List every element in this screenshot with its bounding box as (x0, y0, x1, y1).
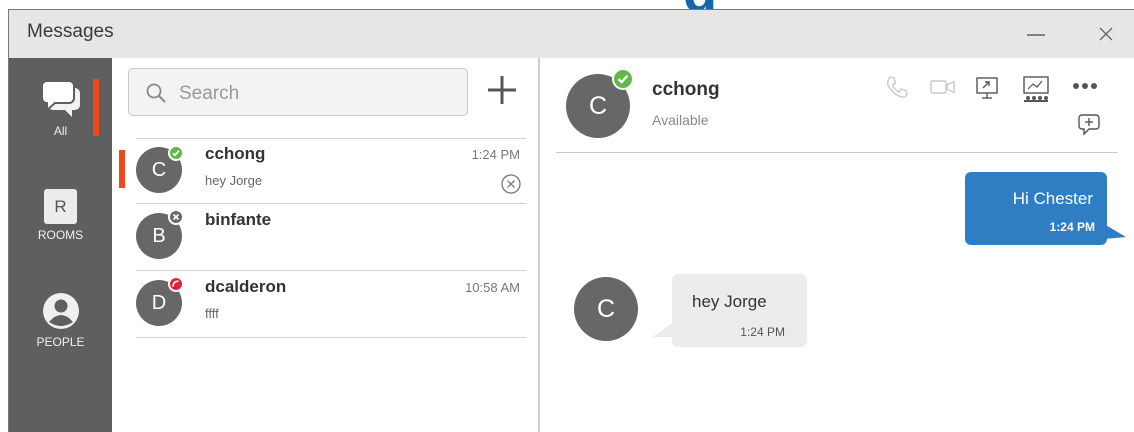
conversation-item-dcalderon[interactable]: D dcalderon ffff 10:58 AM (136, 272, 526, 338)
new-conversation-button[interactable] (484, 72, 520, 108)
title-bar: Messages (9, 10, 1134, 58)
video-call-button[interactable] (929, 74, 957, 105)
status-offline-icon (168, 209, 184, 225)
nav-item-people[interactable]: PEOPLE (9, 291, 112, 349)
share-screen-icon (976, 77, 998, 99)
chat-header: C cchong Available (556, 58, 1118, 153)
more-dots-icon (1073, 83, 1097, 89)
conversation-time: 10:58 AM (465, 280, 520, 295)
sender-avatar: C (574, 277, 638, 341)
status-busy-icon (168, 276, 184, 292)
more-options-button[interactable] (1071, 76, 1099, 101)
rooms-icon: R (44, 189, 77, 224)
incoming-message: hey Jorge 1:24 PM (672, 274, 807, 347)
chat-panel: C cchong Available Hi Chester 1:24 PM C … (542, 58, 1134, 432)
share-screen-button[interactable] (974, 74, 1002, 107)
conversation-preview: hey Jorge (205, 173, 263, 188)
contact-status: Available (652, 112, 709, 128)
close-circle-icon (501, 174, 521, 194)
phone-icon (887, 76, 908, 98)
minimize-icon (1027, 34, 1045, 36)
meeting-room-icon (1023, 76, 1049, 102)
conversation-preview: ffff (205, 306, 219, 321)
nav-item-all[interactable]: All (9, 78, 112, 138)
search-placeholder: Search (179, 83, 240, 104)
message-time: 1:24 PM (740, 325, 785, 339)
conversation-time: 1:24 PM (471, 147, 520, 162)
video-camera-icon (930, 80, 955, 94)
nav-item-rooms[interactable]: R ROOMS (9, 189, 112, 242)
conversation-item-cchong[interactable]: C cchong hey Jorge 1:24 PM (119, 138, 526, 204)
conversation-list-panel: Search C cchong hey Jorge 1:24 PM B binf… (112, 58, 540, 432)
start-meeting-button[interactable] (1021, 74, 1051, 109)
nav-label-rooms: ROOMS (37, 228, 84, 242)
contact-name: cchong (652, 79, 720, 100)
close-button[interactable] (1085, 18, 1127, 50)
search-input[interactable]: Search (128, 68, 468, 116)
plus-icon (488, 76, 516, 104)
status-available-icon (168, 145, 184, 161)
conversation-name: dcalderon (205, 277, 287, 296)
messages-window: Messages All R ROOMS PEOPLE Search C cch… (8, 9, 1134, 432)
message-text: hey Jorge (692, 292, 767, 311)
chat-bubbles-icon (40, 80, 80, 117)
message-text: Hi Chester (1012, 189, 1093, 208)
person-icon (42, 293, 79, 329)
chat-add-icon (1078, 114, 1100, 136)
window-title: Messages (27, 21, 114, 42)
status-available-icon (612, 68, 634, 90)
selected-indicator (119, 150, 125, 188)
incoming-bubble-tail (652, 322, 674, 337)
nav-label-people: PEOPLE (36, 335, 85, 349)
nav-rail: All R ROOMS PEOPLE (9, 58, 112, 432)
nav-label-all: All (53, 124, 68, 138)
conversation-name: cchong (205, 144, 266, 163)
search-icon (146, 83, 166, 103)
add-participant-button[interactable] (1077, 112, 1103, 143)
conversation-item-binfante[interactable]: B binfante (136, 205, 526, 271)
close-icon (1099, 27, 1113, 41)
audio-call-button[interactable] (884, 74, 910, 105)
remove-conversation-button[interactable] (500, 173, 522, 200)
conversation-name: binfante (205, 210, 272, 229)
minimize-button[interactable] (1015, 18, 1057, 50)
outgoing-message: Hi Chester 1:24 PM (965, 172, 1107, 245)
outgoing-bubble-tail (1104, 224, 1126, 239)
message-time: 1:24 PM (1049, 220, 1095, 234)
